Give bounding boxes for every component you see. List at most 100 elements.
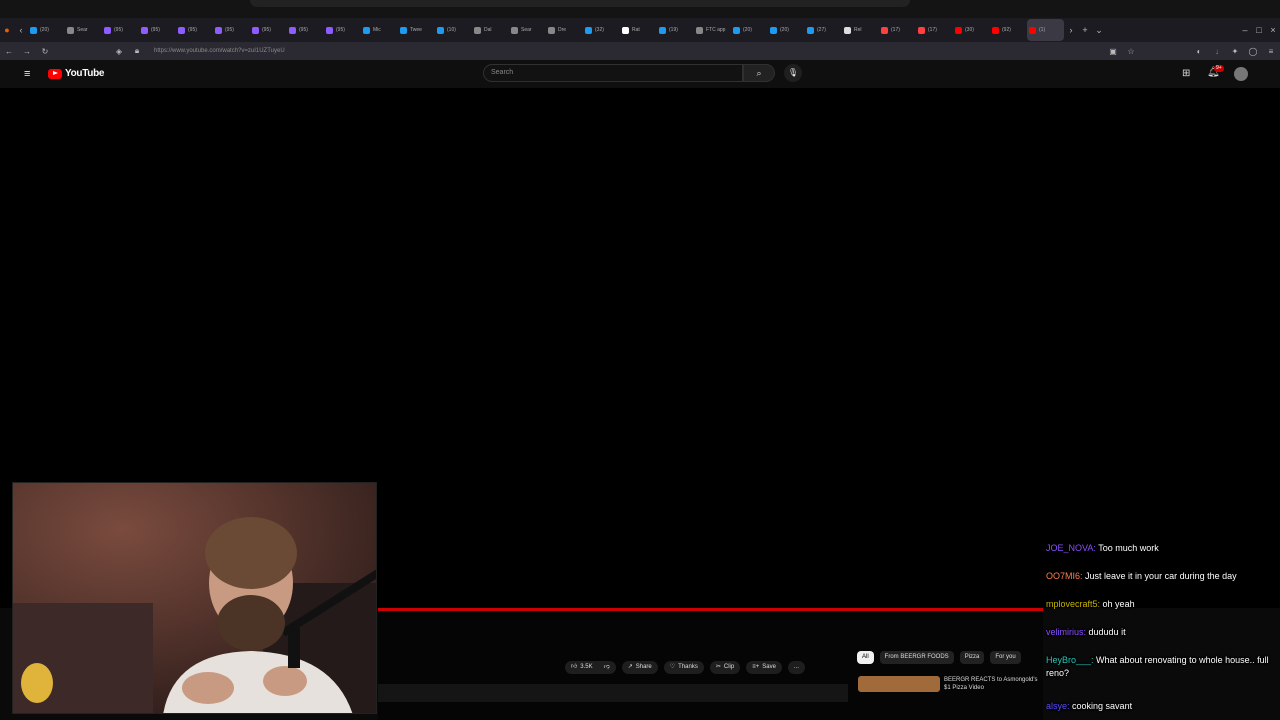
description-panel[interactable] (378, 684, 848, 702)
create-video-icon[interactable]: ⊞ (1182, 68, 1190, 79)
hamburger-menu-icon[interactable]: ≡ (24, 68, 36, 80)
like-button[interactable]: 👍︎ 3.5K 👎︎ (565, 661, 616, 674)
browser-tab[interactable]: (27) (805, 19, 842, 41)
tab-favicon-icon (141, 26, 148, 34)
browser-tab[interactable]: (95) (287, 19, 324, 41)
share-button[interactable]: ↗ Share (621, 661, 658, 674)
url-field[interactable]: https://www.youtube.com/watch?v=zuI1UZTu… (154, 45, 1054, 57)
browser-tab[interactable]: (95) (176, 19, 213, 41)
browser-tab[interactable]: (95) (139, 19, 176, 41)
thanks-button[interactable]: ♡ Thanks (663, 661, 704, 674)
search-icon[interactable]: ⌕ (743, 64, 775, 82)
close-window-icon[interactable]: × (1266, 25, 1280, 35)
browser-tab[interactable]: (95) (250, 19, 287, 41)
app-menu-icon[interactable]: ≡ (1262, 47, 1280, 56)
filter-chip[interactable]: Pizza (959, 651, 985, 664)
chat-text: Just leave it in your car during the day (1085, 571, 1237, 581)
reader-view-icon[interactable]: ▣ (1104, 47, 1122, 56)
browser-tab[interactable]: (95) (324, 19, 361, 41)
browser-tab[interactable]: Rat (620, 19, 657, 41)
top-strip (0, 0, 1280, 18)
browser-tab[interactable]: (92) (990, 19, 1027, 41)
filter-chip[interactable]: From BEERGR FOODS (879, 651, 954, 664)
browser-tab[interactable]: (1) (1027, 19, 1064, 41)
browser-tab[interactable]: Sear (509, 19, 546, 41)
chat-username: HeyBro___: (1046, 655, 1094, 665)
new-tab-icon[interactable]: + (1078, 25, 1092, 35)
filter-chip[interactable]: For you (990, 651, 1021, 664)
chat-username: velimirius: (1046, 627, 1087, 637)
tab-favicon-icon (30, 26, 37, 34)
save-button[interactable]: ≡+ Save (746, 661, 782, 674)
tab-favicon-icon (252, 26, 259, 34)
browser-tab[interactable]: (32) (583, 19, 620, 41)
minimize-icon[interactable]: – (1238, 25, 1252, 35)
shield-icon[interactable]: ◈ (110, 47, 128, 56)
forward-icon[interactable]: → (18, 47, 36, 56)
tab-favicon-icon (548, 26, 555, 34)
tab-scroll-right-icon[interactable]: › (1064, 25, 1078, 35)
microphone-icon[interactable]: 🎙︎ (784, 64, 802, 82)
reload-icon[interactable]: ↻ (36, 47, 54, 56)
back-icon[interactable]: ← (0, 47, 18, 56)
thumbs-down-icon[interactable]: 👎︎ (604, 661, 610, 674)
browser-tab[interactable]: (20) (768, 19, 805, 41)
browser-tab[interactable]: (30) (953, 19, 990, 41)
top-strip-bar (250, 0, 910, 7)
puzzle-icon[interactable]: ✦ (1226, 47, 1244, 56)
tab-list: (20) Sear (95) (95) (95) (95) (95) (95) (95) Mic T… (28, 19, 1064, 41)
recommended-video-thumbnail[interactable] (858, 676, 940, 692)
browser-tab[interactable]: Rel (842, 19, 879, 41)
youtube-header: ≡ YouTube Search ⌕ 🎙︎ ⊞ 🔔︎ 9+ (0, 60, 1280, 88)
save-icon: ≡+ (752, 664, 760, 670)
lock-icon[interactable]: 🔒︎ (128, 46, 146, 56)
tab-favicon-icon (881, 26, 888, 34)
browser-tab[interactable]: Dre (546, 19, 583, 41)
tab-label: Rel (854, 27, 862, 33)
browser-tab[interactable]: FTC app (694, 19, 731, 41)
tab-list-chevron-icon[interactable]: ⌄ (1092, 25, 1106, 36)
browser-tab[interactable]: Sear (65, 19, 102, 41)
search-input[interactable]: Search (483, 64, 743, 82)
tab-label: (95) (336, 27, 345, 33)
scissors-icon: ✂ (715, 664, 721, 670)
browser-tab[interactable]: (95) (102, 19, 139, 41)
maximize-icon[interactable]: □ (1252, 25, 1266, 35)
browser-tab[interactable]: (10) (435, 19, 472, 41)
filter-chip[interactable]: All (857, 651, 874, 664)
avatar[interactable] (1234, 67, 1248, 81)
tab-label: (95) (225, 27, 234, 33)
browser-tab[interactable]: (19) (657, 19, 694, 41)
browser-tab[interactable]: (20) (28, 19, 65, 41)
chat-text: cooking savant (1072, 701, 1133, 711)
chat-message: JOE_NOVA: Too much work (1046, 542, 1272, 555)
browser-tab-strip: ● ‹ (20) Sear (95) (95) (95) (95) (95) (95) (95)… (0, 18, 1280, 42)
more-actions-button[interactable]: ... (787, 661, 805, 674)
tab-favicon-icon (844, 26, 851, 34)
browser-tab[interactable]: Dal (472, 19, 509, 41)
notification-badge: 9+ (1214, 65, 1224, 72)
extension-icon[interactable]: ◐ (1190, 47, 1208, 56)
browser-tab[interactable]: (17) (879, 19, 916, 41)
browser-tab[interactable]: (17) (916, 19, 953, 41)
video-actions: 👍︎ 3.5K 👎︎ ↗ Share ♡ Thanks ✂ Clip ≡+ Sa… (565, 661, 805, 674)
youtube-logo-text: YouTube (65, 68, 105, 79)
tab-label: (17) (928, 27, 937, 33)
tab-favicon-icon (1029, 26, 1036, 34)
download-icon[interactable]: ↓ (1208, 47, 1226, 56)
youtube-logo[interactable]: YouTube (48, 68, 105, 79)
chat-overlay: JOE_NOVA: Too much work OO7MI6: Just leav… (1042, 540, 1274, 720)
account-icon[interactable]: ◯ (1244, 47, 1262, 56)
tab-scroll-left-icon[interactable]: ‹ (14, 25, 28, 35)
firefox-icon[interactable]: ● (0, 25, 14, 35)
tab-label: Dre (558, 27, 567, 33)
share-label: Share (635, 664, 652, 670)
bookmark-star-icon[interactable]: ☆ (1122, 47, 1140, 56)
browser-tab[interactable]: (95) (213, 19, 250, 41)
browser-tab[interactable]: Mic (361, 19, 398, 41)
clip-button[interactable]: ✂ Clip (709, 661, 741, 674)
tab-favicon-icon (659, 26, 666, 34)
recommended-video-title[interactable]: BEERGR REACTS to Asmongold's $1 Pizza Vi… (944, 676, 1044, 692)
browser-tab[interactable]: (20) (731, 19, 768, 41)
browser-tab[interactable]: Twee (398, 19, 435, 41)
